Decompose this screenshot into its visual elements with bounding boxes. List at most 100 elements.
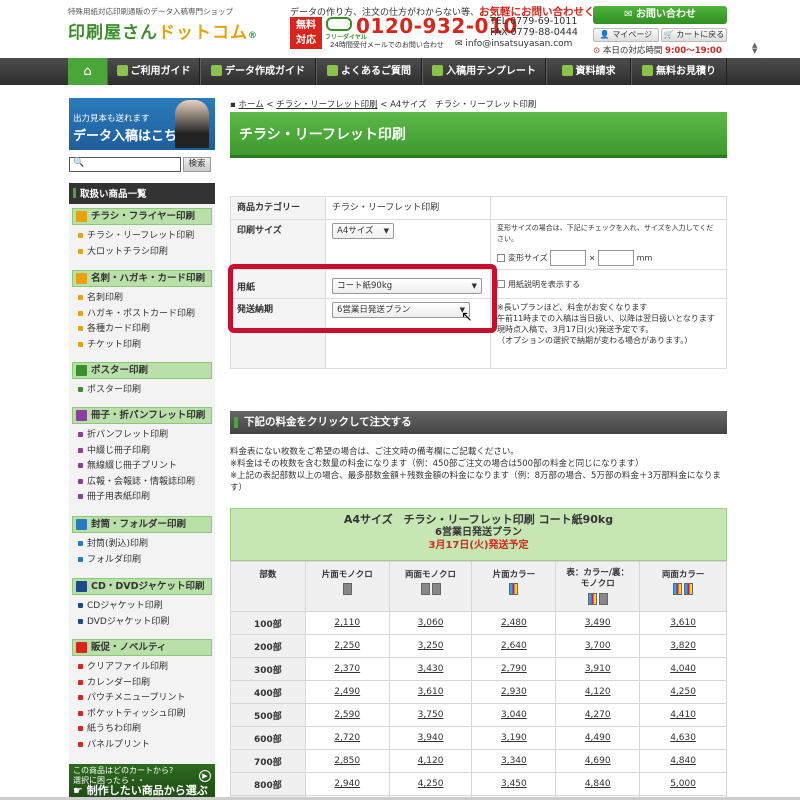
price-link[interactable]: 3,490	[585, 618, 611, 628]
price-link[interactable]: 4,270	[585, 710, 611, 720]
price-cell[interactable]: 3,250	[388, 634, 473, 658]
price-link[interactable]: 2,790	[501, 664, 527, 674]
search-input[interactable]	[69, 157, 181, 172]
nav-home-button[interactable]: ⌂	[68, 58, 107, 85]
price-cell[interactable]: 3,040	[471, 703, 557, 727]
price-link[interactable]: 4,250	[418, 779, 444, 789]
sidebar-item[interactable]: 冊子用表紙印刷	[78, 490, 150, 504]
sidebar-item[interactable]: チケット印刷	[78, 338, 141, 352]
price-cell[interactable]: 2,490	[304, 680, 390, 704]
nav-guide[interactable]: ご利用ガイド	[107, 58, 200, 85]
size-select[interactable]: A4サイズ	[332, 223, 394, 239]
price-link[interactable]: 2,110	[334, 618, 360, 628]
price-link[interactable]: 3,910	[585, 664, 611, 674]
price-link[interactable]: 4,250	[670, 687, 696, 697]
price-link[interactable]: 2,480	[501, 618, 527, 628]
price-cell[interactable]: 2,590	[304, 703, 390, 727]
sidebar-item[interactable]: 各種カード印刷	[78, 322, 150, 336]
breadcrumb-home[interactable]: ホーム	[238, 100, 263, 110]
custom-height-input[interactable]	[598, 250, 635, 266]
custom-width-input[interactable]	[550, 250, 587, 266]
price-link[interactable]: 2,250	[334, 641, 360, 651]
price-link[interactable]: 3,250	[418, 641, 444, 651]
sidebar-item[interactable]: CDジャケット印刷	[78, 599, 163, 613]
sidebar-item[interactable]: クリアファイル印刷	[78, 660, 168, 674]
price-link[interactable]: 2,490	[334, 687, 360, 697]
price-cell[interactable]: 5,000	[639, 772, 727, 796]
sidebar-item[interactable]: 紙うちわ印刷	[78, 722, 141, 736]
product-selector-promo[interactable]: この商品はどのカートから? 選択に困ったら・・ ☛ 制作したい商品から選ぶ ▶	[69, 764, 215, 800]
sidebar-item[interactable]: 大ロットチラシ印刷	[78, 245, 168, 259]
price-link[interactable]: 4,120	[418, 756, 444, 766]
price-cell[interactable]: 4,410	[639, 703, 727, 727]
price-cell[interactable]: 3,750	[388, 703, 473, 727]
cart-button[interactable]: 🛒 カートに戻る	[661, 28, 727, 42]
price-link[interactable]: 3,060	[418, 618, 444, 628]
price-link[interactable]: 4,690	[585, 756, 611, 766]
sidebar-item[interactable]: カレンダー印刷	[78, 676, 150, 690]
paper-desc-checkbox[interactable]	[497, 280, 505, 288]
price-cell[interactable]: 2,720	[304, 726, 390, 750]
price-link[interactable]: 2,590	[334, 710, 360, 720]
price-cell[interactable]: 4,250	[639, 680, 727, 704]
sidebar-category[interactable]: CD・DVDジャケット印刷	[72, 578, 212, 595]
price-cell[interactable]: 2,110	[304, 611, 390, 635]
sidebar-category[interactable]: チラシ・フライヤー印刷	[72, 208, 212, 225]
price-cell[interactable]: 2,370	[304, 657, 390, 681]
scroll-arrows-icon[interactable]: ▲ ▼	[752, 42, 757, 55]
price-link[interactable]: 2,370	[334, 664, 360, 674]
price-cell[interactable]: 2,940	[304, 772, 390, 796]
sidebar-item[interactable]: ポケットティッシュ印刷	[78, 707, 185, 721]
sidebar-item[interactable]: DVDジャケット印刷	[78, 615, 169, 629]
price-cell[interactable]: 2,850	[304, 749, 390, 773]
sidebar-category[interactable]: 名刺・ハガキ・カード印刷	[72, 270, 212, 287]
sidebar-item[interactable]: ハガキ・ポストカード印刷	[78, 307, 195, 321]
price-link[interactable]: 3,450	[501, 779, 527, 789]
price-link[interactable]: 4,410	[670, 710, 696, 720]
price-cell[interactable]: 4,270	[555, 703, 641, 727]
price-link[interactable]: 4,630	[670, 733, 696, 743]
site-logo[interactable]: 印刷屋さんドットコム®	[68, 18, 258, 43]
nav-request[interactable]: 資料請求	[546, 58, 631, 85]
price-link[interactable]: 4,840	[585, 779, 611, 789]
price-cell[interactable]: 3,340	[471, 749, 557, 773]
contact-button[interactable]: ✉ お問い合わせ	[593, 6, 727, 24]
price-cell[interactable]: 4,690	[555, 749, 641, 773]
price-cell[interactable]: 4,490	[555, 726, 641, 750]
nav-estimate[interactable]: 無料お見積り	[631, 58, 727, 85]
price-link[interactable]: 4,120	[585, 687, 611, 697]
price-link[interactable]: 3,040	[501, 710, 527, 720]
price-link[interactable]: 2,940	[334, 779, 360, 789]
price-link[interactable]: 3,940	[418, 733, 444, 743]
price-link[interactable]: 3,700	[585, 641, 611, 651]
sidebar-item[interactable]: 折パンフレット印刷	[78, 428, 168, 442]
price-cell[interactable]: 4,040	[639, 657, 727, 681]
price-link[interactable]: 3,610	[670, 618, 696, 628]
sidebar-category[interactable]: ポスター印刷	[72, 362, 212, 379]
price-cell[interactable]: 3,450	[471, 772, 557, 796]
breadcrumb-parent[interactable]: チラシ・リーフレット印刷	[276, 100, 377, 110]
custom-size-checkbox[interactable]	[497, 253, 505, 262]
price-cell[interactable]: 4,120	[555, 680, 641, 704]
nav-template[interactable]: 入稿用テンプレート	[422, 58, 546, 85]
price-cell[interactable]: 3,490	[555, 611, 641, 635]
sidebar-item[interactable]: 無線綴じ冊子プリント	[78, 459, 177, 473]
price-cell[interactable]: 2,930	[471, 680, 557, 704]
sidebar-category[interactable]: 冊子・折パンフレット印刷	[72, 407, 212, 424]
price-cell[interactable]: 4,250	[388, 772, 473, 796]
price-cell[interactable]: 2,790	[471, 657, 557, 681]
price-link[interactable]: 2,720	[334, 733, 360, 743]
price-cell[interactable]: 4,840	[555, 772, 641, 796]
price-link[interactable]: 4,840	[670, 756, 696, 766]
price-cell[interactable]: 3,700	[555, 634, 641, 658]
data-upload-banner[interactable]: 出力見本も送れます データ入稿はこちら	[69, 98, 215, 150]
price-link[interactable]: 4,040	[670, 664, 696, 674]
price-link[interactable]: 5,000	[670, 779, 696, 789]
price-link[interactable]: 3,430	[418, 664, 444, 674]
sidebar-item[interactable]: パウチメニュープリント	[78, 691, 185, 705]
price-link[interactable]: 3,190	[501, 733, 527, 743]
price-link[interactable]: 2,850	[334, 756, 360, 766]
price-cell[interactable]: 2,250	[304, 634, 390, 658]
price-link[interactable]: 4,490	[585, 733, 611, 743]
sidebar-item[interactable]: 中綴じ冊子印刷	[78, 444, 150, 458]
